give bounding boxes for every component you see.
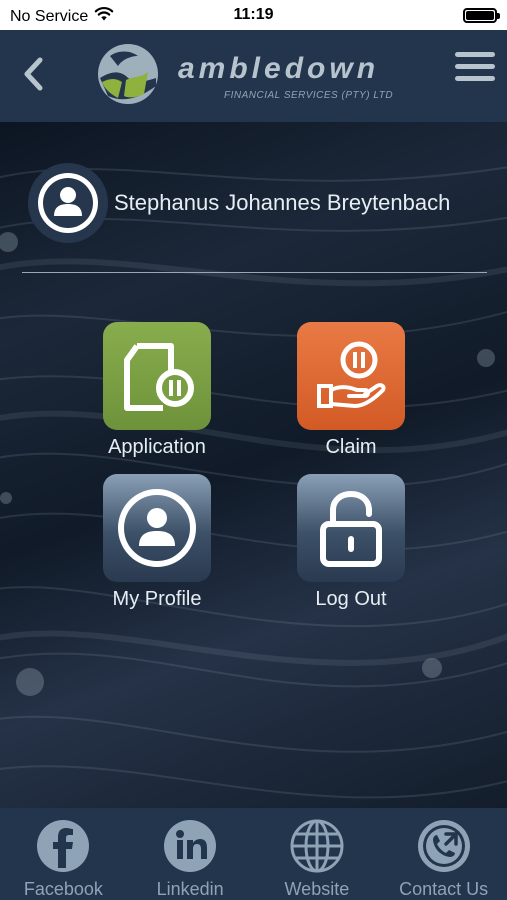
- log-out-tile[interactable]: Log Out: [271, 474, 431, 611]
- hand-pause-icon: [317, 341, 386, 409]
- my-profile-button[interactable]: [103, 474, 211, 582]
- footer-label-facebook: Facebook: [23, 879, 103, 899]
- my-profile-tile[interactable]: My Profile: [77, 474, 237, 611]
- footer-label-website: Website: [284, 879, 350, 899]
- hamburger-menu-icon[interactable]: [455, 52, 495, 90]
- avatar[interactable]: [28, 163, 108, 243]
- linkedin-icon: [164, 820, 217, 872]
- unlock-icon: [320, 490, 382, 567]
- brand-name: ambledown: [178, 52, 380, 85]
- brand-subtitle: FINANCIAL SERVICES (PTY) LTD: [224, 90, 394, 101]
- status-time: 11:19: [233, 6, 274, 23]
- divider: [22, 272, 487, 273]
- home-content: Stephanus Johannes Breytenbach Applicati…: [0, 122, 507, 808]
- footer-label-linkedin: Linkedin: [156, 879, 224, 899]
- chevron-left-icon: [24, 57, 43, 91]
- back-button[interactable]: [18, 54, 48, 94]
- user-row: Stephanus Johannes Breytenbach: [28, 162, 498, 244]
- application-label: Application: [108, 436, 206, 458]
- user-name: Stephanus Johannes Breytenbach: [114, 190, 451, 215]
- app-header: ambledown FINANCIAL SERVICES (PTY) LTD: [0, 30, 507, 122]
- application-button[interactable]: [103, 322, 211, 430]
- my-profile-label: My Profile: [112, 588, 202, 610]
- battery-icon: [463, 8, 500, 23]
- footer-item-linkedin[interactable]: Linkedin: [127, 808, 254, 900]
- facebook-icon: [37, 820, 90, 872]
- globe-icon: [290, 819, 344, 873]
- claim-label: Claim: [325, 436, 377, 458]
- phone-icon: [417, 820, 470, 872]
- log-out-label: Log Out: [315, 588, 387, 610]
- status-bar: No Service 11:19: [0, 0, 507, 30]
- brand-logo-icon: [96, 42, 160, 106]
- footer-label-contact: Contact Us: [399, 879, 489, 899]
- claim-tile[interactable]: Claim: [271, 322, 431, 459]
- footer-item-website[interactable]: Website: [254, 808, 381, 900]
- log-out-button[interactable]: [297, 474, 405, 582]
- footer-item-contact[interactable]: Contact Us: [380, 808, 507, 900]
- footer-item-facebook[interactable]: Facebook: [0, 808, 127, 900]
- user-circle-icon: [38, 173, 98, 233]
- footer-nav: Facebook Linkedin Website Contact Us: [0, 808, 507, 900]
- user-circle-icon: [118, 489, 196, 567]
- document-pause-icon: [124, 343, 194, 411]
- application-tile[interactable]: Application: [77, 322, 237, 459]
- claim-button[interactable]: [297, 322, 405, 430]
